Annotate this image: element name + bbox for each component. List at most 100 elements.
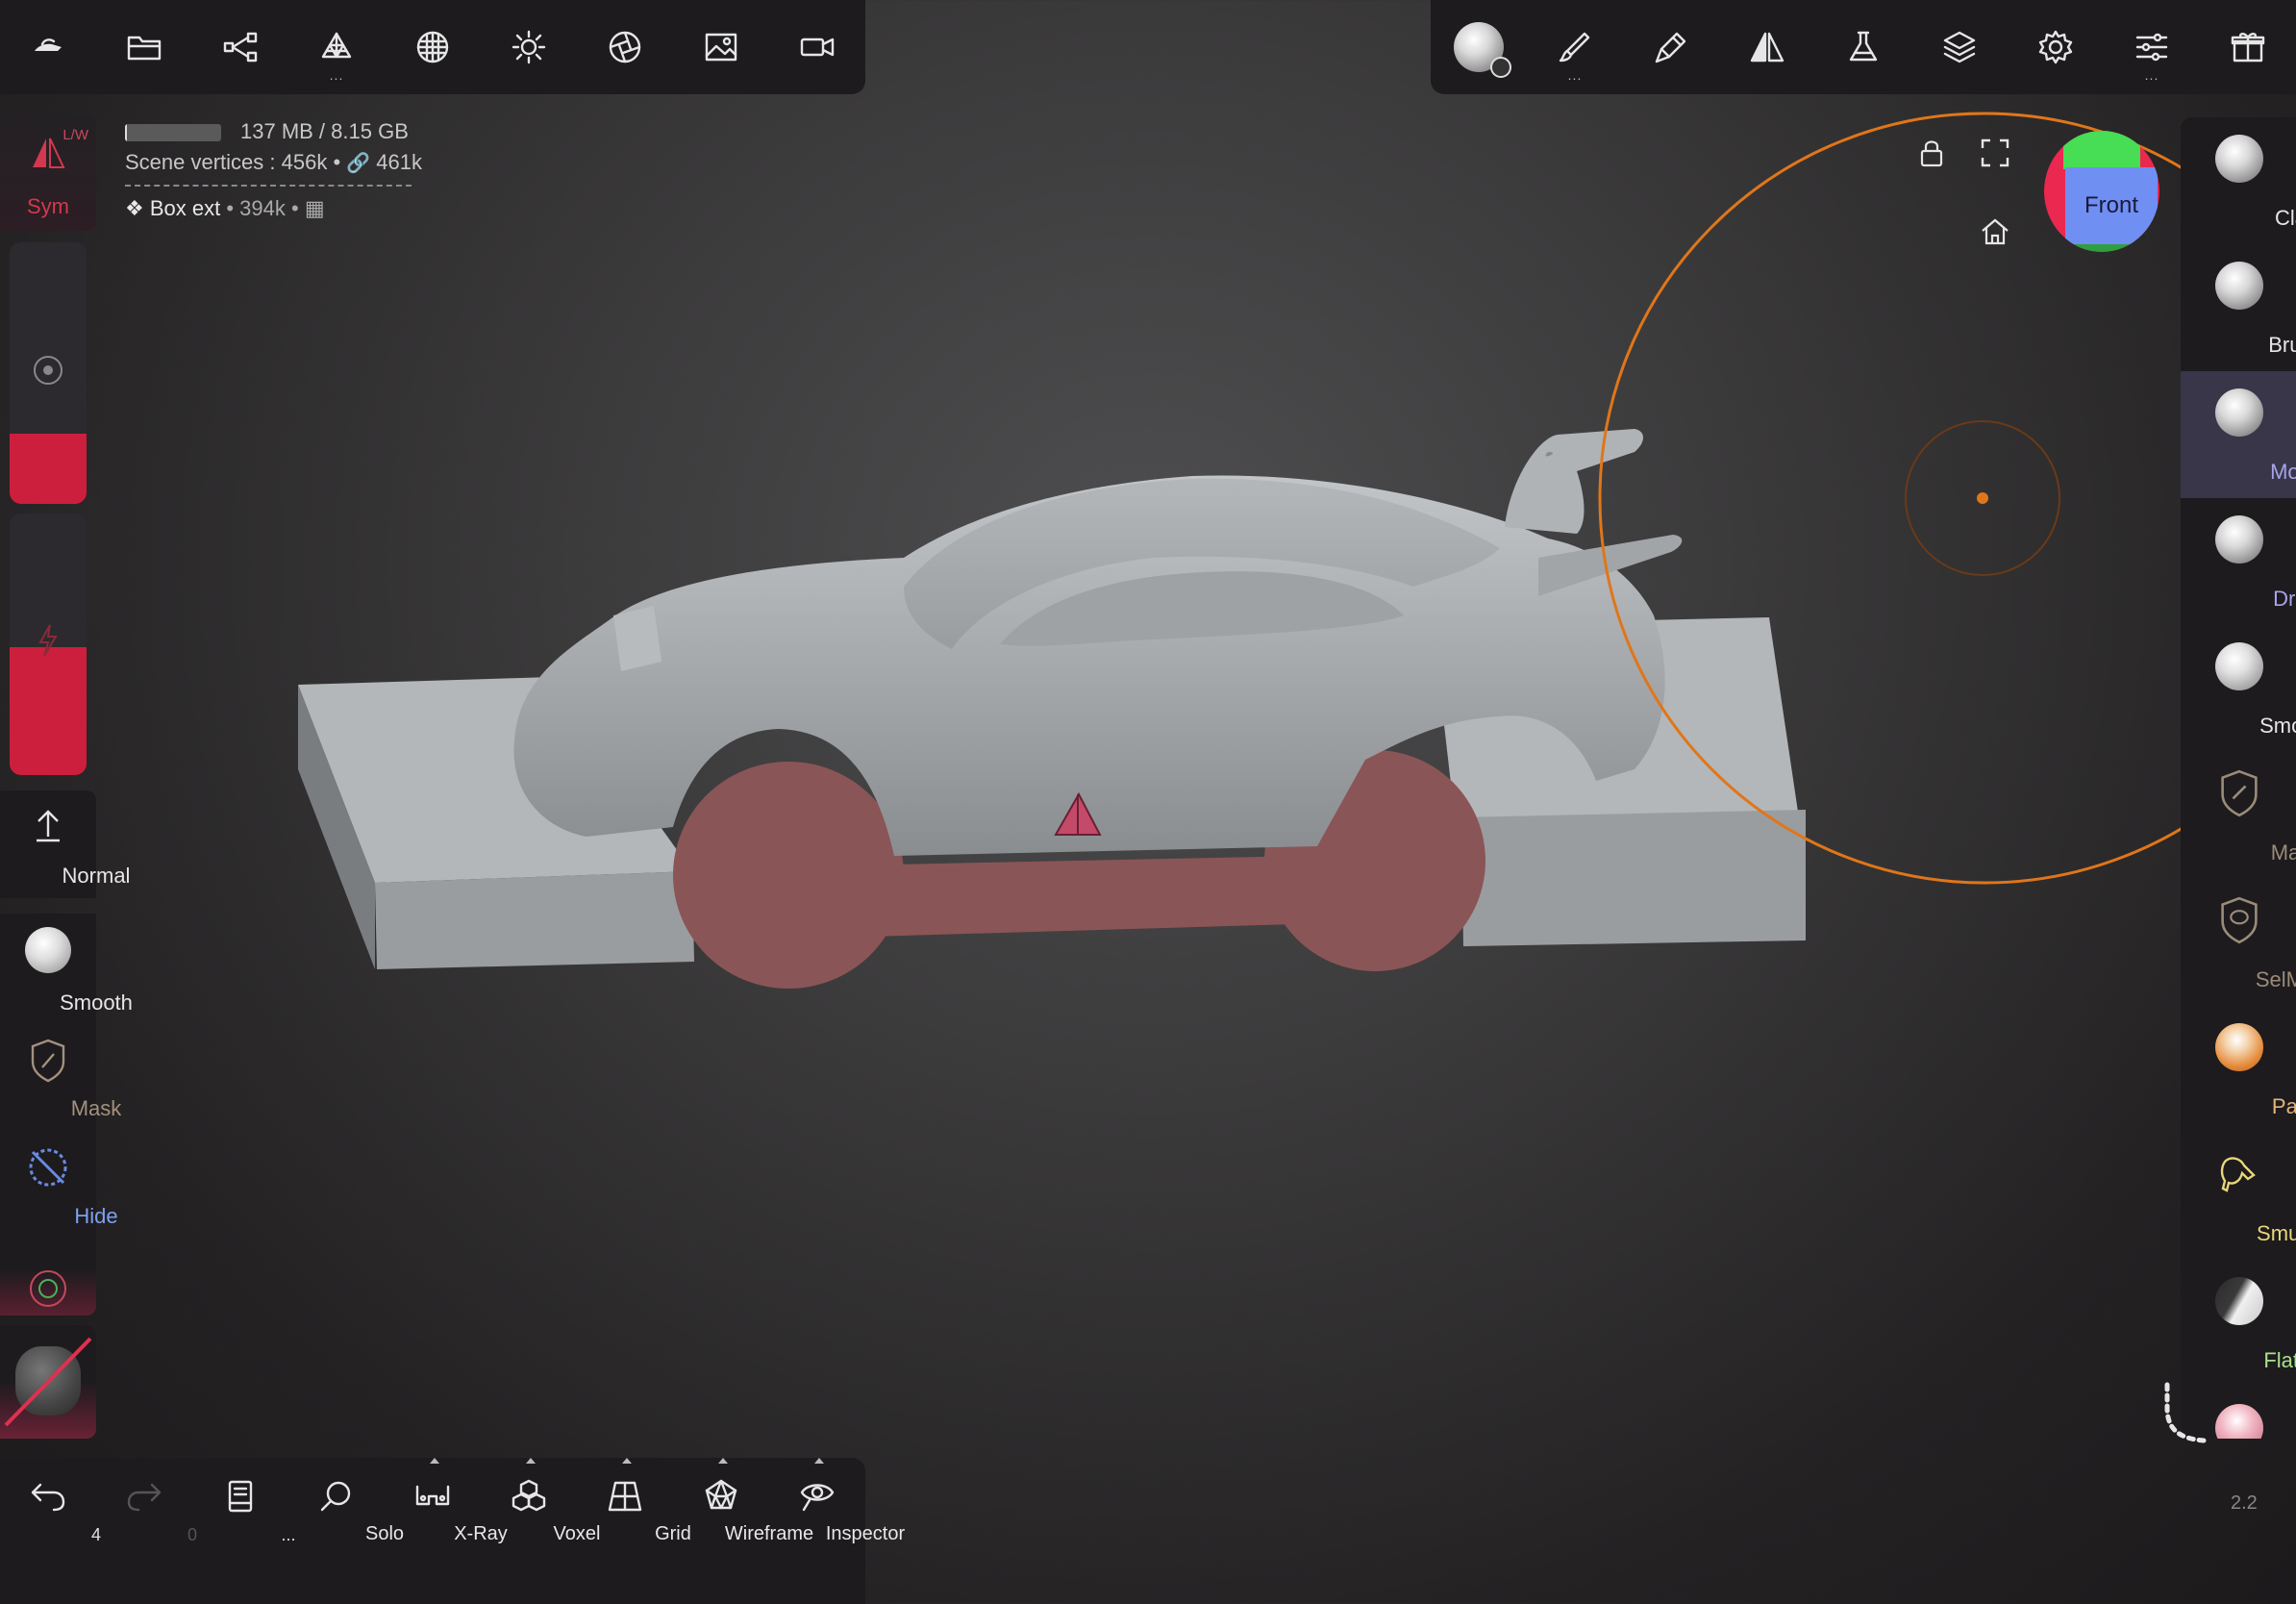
xray-options-caret[interactable] [430, 1458, 439, 1464]
gift-button[interactable] [2200, 0, 2296, 94]
mesh-icon [321, 32, 352, 59]
scene-button[interactable] [192, 0, 288, 94]
sym-button[interactable]: L/W Sym [0, 113, 96, 231]
vertices-text: Scene vertices : 456k • [125, 150, 347, 174]
view-cube[interactable]: Front [2044, 131, 2159, 252]
tool-selmask[interactable]: SelMask [2181, 879, 2296, 1006]
symmetry-button[interactable] [1719, 0, 1815, 94]
nomad-logo-button[interactable] [0, 0, 96, 94]
tool-label: Mask [2270, 840, 2296, 865]
tool-label: Drag [2273, 587, 2296, 611]
intensity-slider[interactable] [10, 514, 87, 775]
object-vertices: • 394k • [226, 196, 299, 220]
inspector-options-caret[interactable] [814, 1458, 824, 1464]
inspector-label: Inspector [825, 1523, 906, 1544]
no-matcap-slash-icon [4, 1337, 92, 1427]
matcap-preview-button[interactable] [0, 1325, 96, 1439]
search-icon [320, 1481, 351, 1512]
smooth-shortcut-button[interactable]: Smooth [0, 914, 133, 1025]
arrow-up-icon [37, 810, 60, 842]
xray-glasses-icon [415, 1485, 450, 1506]
tool-mask[interactable]: Mask [2181, 752, 2296, 879]
xray-button[interactable]: X-Ray [385, 1458, 508, 1604]
mask-shortcut-button[interactable]: Mask [0, 1025, 121, 1131]
tool-label: Clay [2274, 206, 2296, 230]
tool-smudge[interactable]: Smudge [2181, 1133, 2296, 1260]
wireframe-icon [705, 1479, 737, 1510]
home-icon[interactable] [1979, 215, 2011, 248]
topology-icon [416, 31, 449, 63]
smooth-sphere-icon [2215, 642, 2263, 690]
tool-smooth[interactable]: Smooth [2181, 625, 2296, 752]
cube-face-front[interactable]: Front [2065, 167, 2158, 244]
tool-drag[interactable]: Drag [2181, 498, 2296, 625]
camera-button[interactable] [769, 0, 865, 94]
material-button[interactable] [1431, 0, 1527, 94]
radius-slider[interactable] [10, 242, 87, 504]
memory-bar [125, 124, 221, 142]
brush-sphere-icon [2215, 262, 2263, 310]
nomad-logo-icon [35, 38, 62, 51]
settings-icon [2038, 30, 2073, 64]
interface-more: ... [2144, 67, 2159, 83]
object-name: Box ext [149, 196, 221, 220]
viewport[interactable] [0, 0, 2296, 1604]
mesh-button[interactable]: ... [288, 0, 385, 94]
tool-label: Flatten [2263, 1348, 2296, 1372]
memory-line: 137 MB / 8.15 GB [125, 119, 422, 144]
move-sphere-icon [2215, 388, 2263, 437]
undo-button[interactable]: 4 [0, 1458, 101, 1604]
tool-move[interactable]: Move [2181, 371, 2296, 498]
wireframe-button[interactable]: Wireframe [673, 1458, 813, 1604]
gift-icon [2231, 33, 2265, 63]
object-line[interactable]: ❖ Box ext • 394k • ▦ [125, 196, 422, 221]
panel-resize-handle[interactable] [2159, 1381, 2227, 1458]
tool-flatten[interactable]: Flatten [2181, 1260, 2296, 1387]
interface-button[interactable]: ... [2104, 0, 2200, 94]
mask-shield-icon [31, 1039, 65, 1083]
layers-icon [1943, 31, 1976, 63]
post-process-button[interactable] [577, 0, 673, 94]
tool-settings-button[interactable] [1815, 0, 1911, 94]
hide-shortcut-button[interactable]: Hide [0, 1131, 118, 1239]
normal-button[interactable]: Normal [0, 790, 130, 898]
painting-button[interactable]: ... [1527, 0, 1623, 94]
cube-face-top[interactable] [2063, 131, 2140, 169]
fullscreen-icon[interactable] [1979, 137, 2011, 169]
files-button[interactable] [96, 0, 192, 94]
light-button[interactable] [481, 0, 577, 94]
voxel-button[interactable]: Voxel [481, 1458, 600, 1604]
hide-label: Hide [74, 1204, 118, 1228]
tool-label: Smudge [2257, 1221, 2296, 1245]
tool-paint[interactable]: Paint [2181, 1006, 2296, 1133]
grid-button[interactable]: Grid [577, 1458, 691, 1604]
mesh-more: ... [329, 67, 344, 83]
settings-button[interactable] [2008, 0, 2104, 94]
scene-list-button[interactable]: ... [192, 1458, 296, 1604]
gizmo-button[interactable] [0, 1239, 96, 1316]
tool-brush[interactable]: Brush [2181, 244, 2296, 371]
layers-button[interactable] [1911, 0, 2008, 94]
tool-clay[interactable]: Clay [2181, 117, 2296, 244]
painting-icon [1559, 32, 1590, 63]
symmetry-icon [1750, 32, 1784, 63]
memory-bar-fill [125, 124, 127, 142]
lock-icon[interactable] [1915, 137, 1948, 169]
post-process-icon [609, 31, 641, 63]
grid-options-caret[interactable] [622, 1458, 632, 1464]
brush-center-dot [1977, 492, 1988, 504]
stroke-button[interactable] [1623, 0, 1719, 94]
background-button[interactable] [673, 0, 769, 94]
sym-label: Sym [27, 194, 69, 218]
inspector-button[interactable]: Inspector [769, 1458, 905, 1604]
undo-icon [31, 1483, 65, 1512]
voxel-options-caret[interactable] [526, 1458, 536, 1464]
checker-icon: ▦ [304, 196, 325, 220]
light-icon [512, 30, 546, 64]
scene-info: 137 MB / 8.15 GB Scene vertices : 456k •… [125, 119, 422, 221]
solo-button[interactable]: Solo [288, 1458, 404, 1604]
vertices-line: Scene vertices : 456k • 🔗 461k [125, 150, 422, 175]
redo-button[interactable]: 0 [96, 1458, 197, 1604]
wireframe-options-caret[interactable] [718, 1458, 728, 1464]
topology-button[interactable] [385, 0, 481, 94]
